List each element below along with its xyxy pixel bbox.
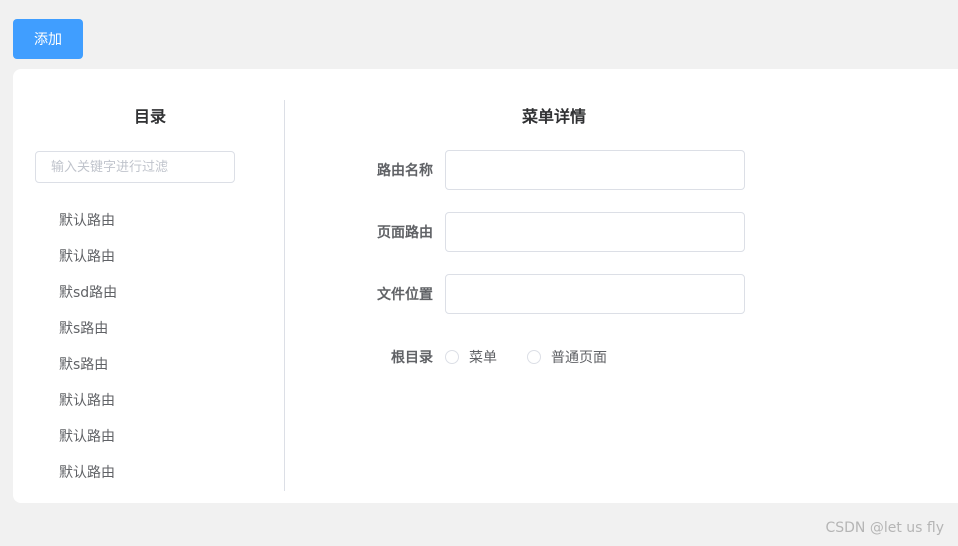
radio-circle-icon (445, 350, 459, 364)
radio-label: 菜单 (469, 350, 497, 366)
root-label: 根目录 (391, 350, 433, 366)
route-name-input[interactable] (445, 150, 745, 190)
page-route-label: 页面路由 (377, 225, 433, 241)
main-card: 目录 默认路由 默认路由 默sd路由 默s路由 默s路由 默认路由 默认路由 默… (13, 69, 958, 503)
tree-item[interactable]: 默s路由 (59, 347, 117, 383)
tree-item[interactable]: 默认路由 (59, 239, 117, 275)
radio-menu[interactable]: 菜单 (445, 347, 497, 367)
tree: 默认路由 默认路由 默sd路由 默s路由 默s路由 默认路由 默认路由 默认路由 (59, 203, 117, 491)
page-route-input[interactable] (445, 212, 745, 252)
tree-item[interactable]: 默认路由 (59, 419, 117, 455)
file-location-input[interactable] (445, 274, 745, 314)
divider (284, 100, 285, 491)
radio-label: 普通页面 (551, 350, 607, 366)
route-name-label: 路由名称 (377, 163, 433, 179)
radio-normal-page[interactable]: 普通页面 (527, 347, 607, 367)
radio-circle-icon (527, 350, 541, 364)
tree-title: 目录 (134, 107, 167, 126)
file-location-label: 文件位置 (377, 287, 433, 303)
tree-panel: 目录 默认路由 默认路由 默sd路由 默s路由 默s路由 默认路由 默认路由 默… (13, 69, 285, 503)
tree-item[interactable]: 默s路由 (59, 311, 117, 347)
tree-item[interactable]: 默认路由 (59, 383, 117, 419)
add-button[interactable]: 添加 (13, 19, 83, 59)
tree-item[interactable]: 默认路由 (59, 203, 117, 239)
watermark: CSDN @let us fly (825, 520, 944, 536)
tree-item[interactable]: 默认路由 (59, 455, 117, 491)
tree-item[interactable]: 默sd路由 (59, 275, 117, 311)
detail-title: 菜单详情 (522, 107, 587, 126)
filter-input[interactable] (35, 151, 235, 183)
